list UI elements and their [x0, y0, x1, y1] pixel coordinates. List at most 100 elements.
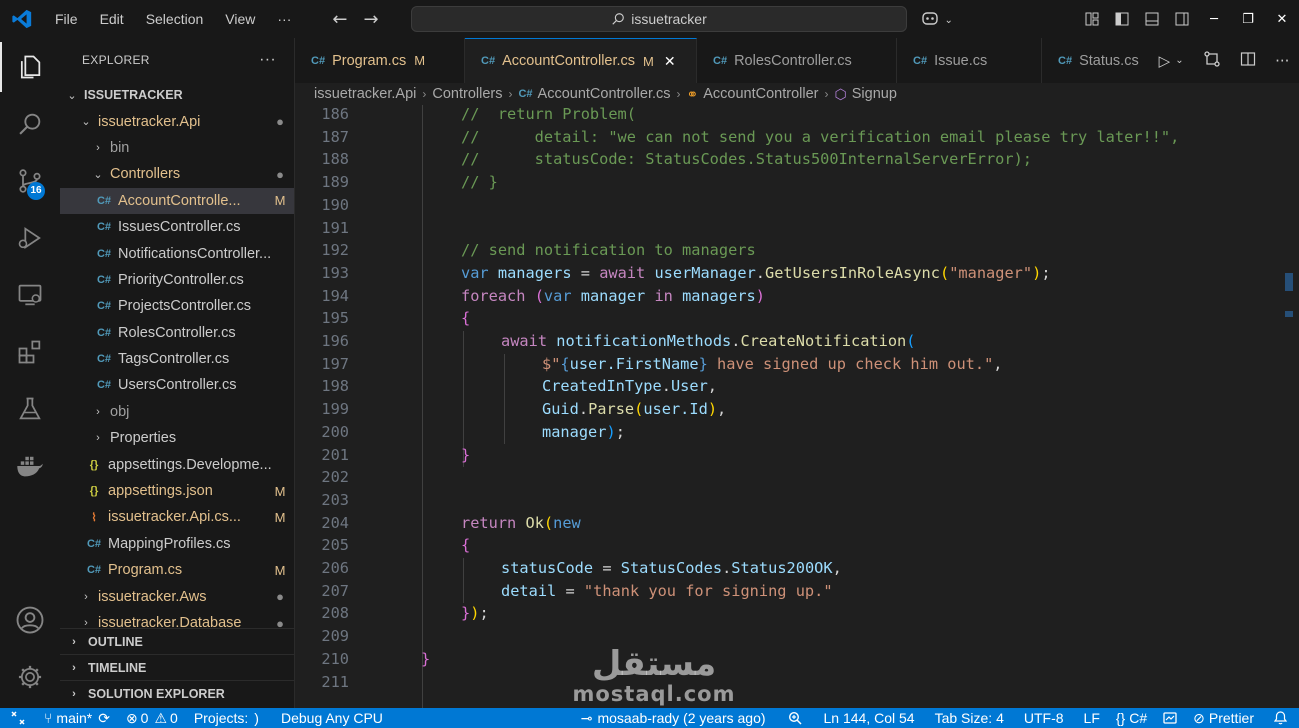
- json-file-icon: {}: [89, 458, 99, 471]
- close-icon[interactable]: ✕: [664, 53, 676, 70]
- tab-status[interactable]: C# Status.cs: [1042, 38, 1162, 83]
- run-debug-icon[interactable]: [0, 209, 60, 266]
- outline-section[interactable]: › OUTLINE: [60, 628, 294, 654]
- menu-file[interactable]: File: [44, 0, 89, 38]
- line-number: 196: [321, 332, 349, 350]
- cursor-position-status[interactable]: Ln 144, Col 54: [816, 708, 923, 728]
- breadcrumb-item[interactable]: Signup: [852, 86, 897, 102]
- toggle-primary-sidebar-icon[interactable]: [1107, 0, 1137, 38]
- tree-file-appsettings[interactable]: {} appsettings.json M: [60, 478, 294, 504]
- tree-file-rolescontroller[interactable]: C# RolesController.cs: [60, 320, 294, 346]
- explorer-icon[interactable]: [0, 38, 60, 95]
- tree-file-program[interactable]: C# Program.cs M: [60, 557, 294, 583]
- timeline-label: TIMELINE: [88, 660, 147, 675]
- source-control-icon[interactable]: 16: [0, 152, 60, 209]
- zoom-icon[interactable]: [774, 708, 816, 728]
- csharp-file-icon: C#: [96, 221, 112, 234]
- tab-issue[interactable]: C# Issue.cs: [897, 38, 1042, 83]
- tree-folder-api[interactable]: ⌄ issuetracker.Api ●: [60, 108, 294, 134]
- tree-file-prioritycontroller[interactable]: C# PriorityController.cs: [60, 267, 294, 293]
- git-blame-status[interactable]: ⊸ mosaab-rady (2 years ago): [573, 708, 774, 728]
- code-area[interactable]: // return Problem( // detail: "we can no…: [381, 105, 1281, 708]
- tree-folder-aws[interactable]: › issuetracker.Aws ●: [60, 583, 294, 609]
- menu-selection[interactable]: Selection: [135, 0, 215, 38]
- tree-file-csproj[interactable]: ⌇ issuetracker.Api.cs... M: [60, 504, 294, 530]
- remote-icon[interactable]: [0, 708, 36, 728]
- accounts-icon[interactable]: [0, 591, 60, 648]
- encoding-status[interactable]: UTF-8: [1012, 708, 1072, 728]
- debug-config-status[interactable]: Debug Any CPU: [273, 708, 391, 728]
- prettier-status[interactable]: ⊘ Prettier: [1185, 708, 1262, 728]
- code-editor[interactable]: 186 187 188 189 190 191 192 193 194 195 196 197 198 1…: [295, 105, 1299, 708]
- command-center-search[interactable]: issuetracker: [411, 6, 907, 32]
- breadcrumb-item[interactable]: issuetracker.Api: [314, 86, 416, 102]
- customize-layout-icon[interactable]: [1077, 0, 1107, 38]
- tree-file-tagscontroller[interactable]: C# TagsController.cs: [60, 346, 294, 372]
- tree-root[interactable]: ⌄ ISSUETRACKER: [60, 82, 294, 108]
- projects-status[interactable]: Projects: ): [186, 708, 267, 728]
- tab-label: Program.cs: [332, 52, 407, 69]
- line-number: 197: [321, 354, 349, 373]
- tree-file-accountcontroller[interactable]: C# AccountControlle... M: [60, 187, 294, 214]
- toggle-panel-icon[interactable]: [1137, 0, 1167, 38]
- toggle-secondary-sidebar-icon[interactable]: [1167, 0, 1197, 38]
- minimize-icon[interactable]: ─: [1197, 0, 1231, 38]
- tree-folder-controllers[interactable]: ⌄ Controllers ●: [60, 161, 294, 187]
- close-window-icon[interactable]: ✕: [1265, 0, 1299, 38]
- vscode-logo-icon[interactable]: [0, 0, 44, 38]
- scm-badge: 16: [27, 182, 45, 200]
- tree-file-userscontroller[interactable]: C# UsersController.cs: [60, 372, 294, 398]
- menu-view[interactable]: View: [214, 0, 266, 38]
- feedback-icon[interactable]: [1155, 708, 1185, 728]
- solution-explorer-section[interactable]: › SOLUTION EXPLORER: [60, 680, 294, 706]
- forward-arrow-icon[interactable]: →: [355, 9, 386, 30]
- tree-file-mappingprofiles[interactable]: C# MappingProfiles.cs: [60, 531, 294, 557]
- copilot-icon[interactable]: ⌄: [920, 9, 953, 31]
- manage-gear-icon[interactable]: [0, 648, 60, 705]
- tab-size-status[interactable]: Tab Size: 4: [923, 708, 1012, 728]
- sync-icon[interactable]: ⟳: [98, 710, 110, 727]
- tree-folder-bin[interactable]: › bin: [60, 135, 294, 161]
- menu-edit[interactable]: Edit: [89, 0, 135, 38]
- timeline-section[interactable]: › TIMELINE: [60, 654, 294, 680]
- restore-icon[interactable]: ❐: [1231, 0, 1265, 38]
- remote-explorer-icon[interactable]: [0, 266, 60, 323]
- search-text: issuetracker: [631, 11, 707, 27]
- breadcrumb-item[interactable]: AccountController: [703, 86, 818, 102]
- tab-rolescontroller[interactable]: C# RolesController.cs: [697, 38, 897, 83]
- scrollbar-overview[interactable]: [1283, 105, 1293, 708]
- extensions-icon[interactable]: [0, 323, 60, 380]
- eol-status[interactable]: LF: [1072, 708, 1108, 728]
- line-number: 209: [321, 627, 349, 646]
- branch-name: main*: [56, 710, 93, 726]
- more-actions-icon[interactable]: ···: [1275, 52, 1289, 70]
- search-view-icon[interactable]: [0, 95, 60, 152]
- run-play-icon[interactable]: ▷: [1159, 52, 1171, 70]
- tree-file-issuescontroller[interactable]: C# IssuesController.cs: [60, 214, 294, 240]
- tab-program[interactable]: C# Program.cs M: [295, 38, 465, 83]
- branch-status[interactable]: ⑂ main* ⟳: [36, 708, 118, 728]
- breadcrumb-item[interactable]: AccountController.cs: [538, 86, 671, 102]
- tree-folder-properties[interactable]: › Properties: [60, 425, 294, 451]
- tree-file-projectscontroller[interactable]: C# ProjectsController.cs: [60, 293, 294, 319]
- csharp-file-icon: C#: [96, 247, 112, 260]
- split-editor-icon[interactable]: [1240, 51, 1256, 71]
- explorer-more-icon[interactable]: ···: [259, 51, 276, 69]
- back-arrow-icon[interactable]: ←: [324, 9, 355, 30]
- tree-folder-obj[interactable]: › obj: [60, 399, 294, 425]
- notifications-bell-icon[interactable]: [1262, 708, 1299, 728]
- chevron-down-icon[interactable]: ⌄: [1175, 55, 1183, 66]
- line-number: 201: [321, 445, 349, 464]
- tree-file-appsettings-dev[interactable]: {} appsettings.Developme...: [60, 451, 294, 477]
- csharp-file-icon: C#: [96, 194, 112, 207]
- tab-accountcontroller[interactable]: C# AccountController.cs M ✕: [465, 38, 697, 83]
- tree-root-label: ISSUETRACKER: [84, 88, 183, 103]
- language-status[interactable]: {} C#: [1108, 708, 1155, 728]
- menu-more[interactable]: ···: [266, 0, 302, 38]
- problems-status[interactable]: ⊗ 0 ⚠ 0: [118, 708, 186, 728]
- testing-flask-icon[interactable]: [0, 380, 60, 437]
- breadcrumb-item[interactable]: Controllers: [432, 86, 502, 102]
- open-changes-icon[interactable]: [1203, 50, 1221, 72]
- tree-file-notificationscontroller[interactable]: C# NotificationsController...: [60, 240, 294, 266]
- docker-icon[interactable]: [0, 437, 60, 494]
